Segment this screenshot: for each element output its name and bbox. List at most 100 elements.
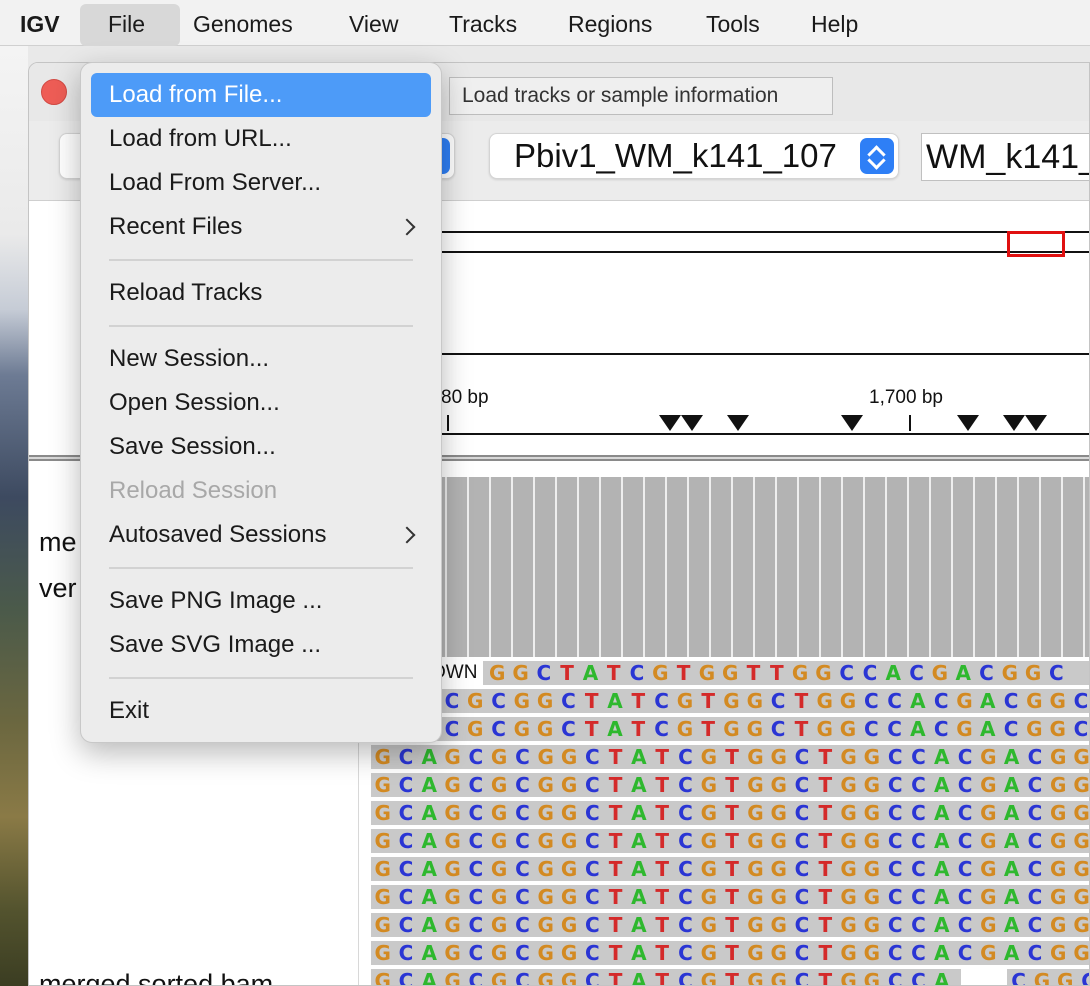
menu-regions[interactable]: Regions	[556, 4, 664, 46]
read-row[interactable]: GCGCGGCTATCGTGGCTGGCCACGACGGC	[417, 717, 1089, 741]
base-g: G	[1073, 913, 1090, 937]
read-row[interactable]: GCAGCGCGGCTATCGTGGCTGGCCACGACGGC	[371, 885, 1089, 909]
chromosome-selector-chevron-icon[interactable]	[860, 138, 894, 174]
base-c: C	[911, 941, 926, 965]
base-c: C	[957, 773, 973, 797]
base-a: A	[631, 773, 647, 797]
feature-marker-icon	[957, 415, 979, 431]
base-c: C	[911, 829, 926, 853]
base-g: G	[490, 885, 508, 909]
base-g: G	[747, 885, 764, 909]
base-g: G	[700, 773, 718, 797]
read-row[interactable]: GCAGCGCGGCTATCGTGGCTGGCCACGACGGC	[371, 829, 1089, 853]
track-name-label[interactable]: ver	[39, 573, 77, 604]
base-t: T	[655, 969, 670, 986]
feature-marker-icon	[1003, 415, 1025, 431]
base-a: A	[631, 941, 647, 965]
base-c: C	[398, 829, 414, 853]
base-c: C	[794, 801, 810, 825]
read-row[interactable]: GCGGCTATCGTGGTTGGCCACGACGGC	[439, 661, 1089, 685]
read-row[interactable]: GCGCGGCTATCGTGGCTGGCCACGACGGC	[417, 689, 1089, 713]
base-g: G	[1050, 885, 1067, 909]
base-a: A	[1003, 913, 1020, 937]
base-g: G	[840, 801, 857, 825]
base-c: C	[678, 941, 693, 965]
base-g: G	[560, 857, 578, 881]
menu-item-save-png-image[interactable]: Save PNG Image ...	[91, 579, 431, 623]
menu-item-open-session[interactable]: Open Session...	[91, 381, 431, 425]
base-a: A	[631, 745, 647, 769]
base-a: A	[1003, 885, 1020, 909]
locus-search-input[interactable]: WM_k141_	[921, 133, 1089, 181]
base-c: C	[1027, 773, 1043, 797]
menu-genomes[interactable]: Genomes	[181, 4, 305, 46]
menu-item-new-session[interactable]: New Session...	[91, 337, 431, 381]
menu-item-exit[interactable]: Exit	[91, 689, 431, 733]
base-g: G	[840, 745, 857, 769]
menu-item-load-from-url[interactable]: Load from URL...	[91, 117, 431, 161]
ruler-divider-line	[439, 353, 1089, 355]
base-a: A	[1003, 829, 1020, 853]
ruler-axis-line	[439, 433, 1089, 435]
menu-item-load-from-server[interactable]: Load From Server...	[91, 161, 431, 205]
base-g: G	[863, 857, 881, 881]
menu-item-load-from-file[interactable]: Load from File...	[91, 73, 431, 117]
base-g: G	[467, 689, 484, 713]
base-c: C	[911, 969, 926, 986]
base-g: G	[863, 941, 881, 965]
menu-app-igv[interactable]: IGV	[8, 4, 72, 46]
base-c: C	[398, 745, 414, 769]
base-c: C	[398, 773, 414, 797]
base-a: A	[980, 717, 996, 741]
base-c: C	[911, 857, 926, 881]
menu-separator	[109, 677, 413, 679]
alignment-track[interactable]: GCGGCTATCGTGGTTGGCCACGACGGC OWN GCGCGGCT…	[359, 661, 1090, 986]
menu-item-save-session[interactable]: Save Session...	[91, 425, 431, 469]
base-g: G	[537, 857, 554, 881]
read-row[interactable]: GCAGCGCGGCTATCGTGGCTGGCCA	[371, 969, 961, 986]
read-row[interactable]: CGGC	[1007, 969, 1089, 985]
base-c: C	[887, 885, 903, 909]
menu-tools[interactable]: Tools	[694, 4, 772, 46]
base-c: C	[911, 801, 926, 825]
menu-item-recent-files[interactable]: Recent Files	[91, 205, 431, 249]
base-g: G	[980, 941, 997, 965]
menu-item-save-svg-image[interactable]: Save SVG Image ...	[91, 623, 431, 667]
menu-file[interactable]: File	[80, 4, 180, 46]
menu-item-autosaved-sessions[interactable]: Autosaved Sessions	[91, 513, 431, 557]
track-name-label[interactable]: me	[39, 527, 77, 558]
base-c: C	[1027, 885, 1043, 909]
chromosome-selector[interactable]: Pbiv1_WM_k141_107	[489, 133, 899, 179]
menu-view[interactable]: View	[337, 4, 410, 46]
base-g: G	[840, 885, 857, 909]
base-g: G	[700, 829, 718, 853]
read-row[interactable]: GCAGCGCGGCTATCGTGGCTGGCCACGACGGC	[371, 801, 1089, 825]
base-g: G	[374, 913, 391, 937]
base-g: G	[839, 717, 857, 741]
current-region-indicator[interactable]	[1007, 231, 1065, 257]
base-g: G	[374, 745, 391, 769]
read-row[interactable]: GCAGCGCGGCTATCGTGGCTGGCCACGACGGC	[371, 745, 1089, 769]
base-g: G	[700, 969, 718, 986]
menu-item-reload-tracks[interactable]: Reload Tracks	[91, 271, 431, 315]
base-g: G	[700, 885, 718, 909]
base-c: C	[678, 969, 693, 986]
menu-help[interactable]: Help	[799, 4, 870, 46]
chromosome-selector-value: Pbiv1_WM_k141_107	[514, 137, 837, 174]
read-row[interactable]: GCAGCGCGGCTATCGTGGCTGGCCACGACGGC	[371, 913, 1090, 937]
base-g: G	[980, 885, 997, 909]
base-c: C	[468, 773, 484, 797]
track-name-label[interactable]: merged sorted bam	[39, 969, 273, 985]
menu-tracks[interactable]: Tracks	[437, 4, 529, 46]
window-close-button[interactable]	[41, 79, 67, 105]
base-t: T	[725, 913, 739, 937]
base-g: G	[560, 801, 578, 825]
base-g: G	[863, 885, 881, 909]
coverage-track[interactable]	[359, 477, 1089, 657]
base-c: C	[515, 801, 530, 825]
read-row[interactable]: GCAGCGCGGCTATCGTGGCTGGCCACGACGGC	[371, 941, 1089, 965]
read-row[interactable]: GCAGCGCGGCTATCGTGGCTGGCCACGACGGC	[371, 773, 1089, 797]
read-row[interactable]: GCAGCGCGGCTATCGTGGCTGGCCACGACGGC	[371, 857, 1089, 881]
base-c: C	[491, 689, 506, 713]
base-t: T	[608, 885, 623, 909]
